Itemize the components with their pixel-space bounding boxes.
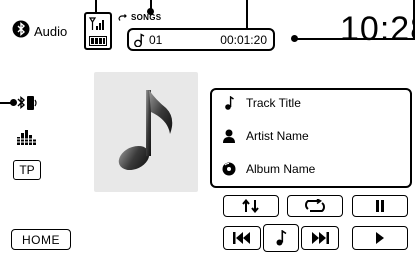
- callout-line: [95, 0, 97, 12]
- track-title: Track Title: [246, 96, 301, 110]
- tp-label: TP: [19, 163, 35, 177]
- callout-marker: [147, 8, 154, 15]
- track-time-display: 01 00:01:20: [127, 28, 275, 51]
- random-button[interactable]: [223, 195, 279, 217]
- callout-marker: [291, 35, 298, 42]
- bluetooth-device-button[interactable]: [16, 94, 40, 112]
- clock: 10:28: [340, 10, 415, 48]
- bluetooth-icon: [12, 20, 30, 43]
- source-indicator[interactable]: Audio: [12, 20, 67, 43]
- device-status: [84, 12, 112, 50]
- browse-button[interactable]: [263, 224, 299, 252]
- play-icon: [376, 232, 384, 244]
- signal-strength-icon: [88, 17, 104, 30]
- music-note-icon: [225, 96, 234, 110]
- play-button[interactable]: [352, 226, 408, 250]
- bluetooth-phone-icon: [17, 96, 37, 110]
- equalizer-button[interactable]: [16, 128, 38, 146]
- repeat-icon: [305, 199, 325, 212]
- home-label: HOME: [22, 232, 60, 247]
- person-icon: [223, 129, 235, 143]
- callout-line: [294, 38, 415, 40]
- shuffle-icon: [242, 199, 259, 213]
- artist-name: Artist Name: [246, 129, 309, 143]
- track-number: 01: [149, 32, 163, 47]
- elapsed-time: 00:01:20: [220, 32, 267, 47]
- repeat-icon: [118, 13, 127, 21]
- artist-row: Artist Name: [222, 129, 309, 143]
- next-track-icon: [312, 232, 329, 244]
- track-info-panel: Track Title Artist Name Album Name: [210, 88, 412, 188]
- pause-icon: [376, 200, 384, 212]
- source-label: Audio: [34, 24, 68, 39]
- music-note-icon: [118, 90, 173, 171]
- music-note-icon: [276, 230, 287, 246]
- music-note-icon: [134, 32, 145, 47]
- album-name: Album Name: [246, 162, 316, 176]
- pause-button[interactable]: [352, 195, 408, 217]
- previous-track-button[interactable]: [223, 226, 261, 250]
- mode-label: SONGS: [131, 13, 162, 22]
- callout-line: [246, 0, 248, 28]
- album-artwork: [94, 72, 198, 192]
- playback-mode: SONGS: [117, 13, 161, 22]
- album-row: Album Name: [222, 162, 315, 176]
- tp-button[interactable]: TP: [13, 160, 41, 180]
- disc-icon: [222, 162, 236, 176]
- home-button[interactable]: HOME: [11, 229, 71, 250]
- next-track-button[interactable]: [301, 226, 339, 250]
- audio-screen: Audio SONGS 01 00:01:20 10:2 TP Track Ti…: [0, 0, 415, 253]
- battery-icon: [89, 36, 107, 46]
- equalizer-icon: [16, 130, 38, 145]
- track-title-row: Track Title: [222, 96, 301, 110]
- previous-track-icon: [233, 232, 250, 244]
- repeat-button[interactable]: [287, 195, 343, 217]
